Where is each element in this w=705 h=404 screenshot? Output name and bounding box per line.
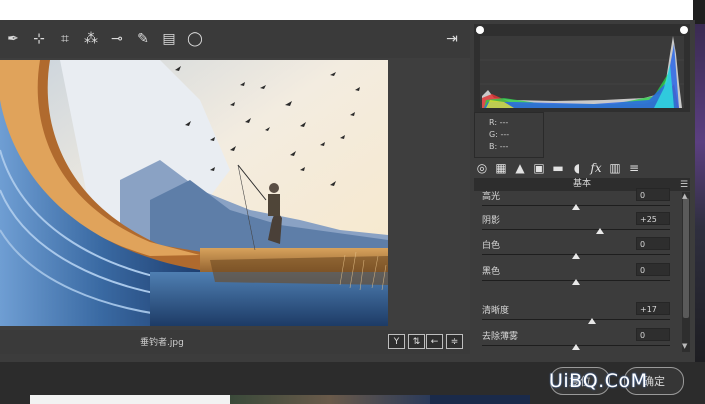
tool-bar: ✒ ⊹ ⌗ ⁂ ⊸ ✎ ▤ ◯ (0, 20, 470, 58)
slider-value-field[interactable]: +25 (636, 212, 670, 225)
radial-filter-icon[interactable]: ◯ (182, 26, 208, 52)
slider-value-field[interactable]: 0 (636, 237, 670, 250)
panel-tabs: ◎ ▦ ▲ ▣ ▬ ◖ fx ▥ ≡ (474, 158, 690, 178)
swap-button[interactable]: ⇅ (408, 334, 425, 349)
watermark-text: UiBQ.CoM (549, 370, 648, 392)
top-strip (0, 0, 705, 20)
slider-thumb[interactable] (572, 253, 580, 259)
crop-icon[interactable]: ⌗ (52, 26, 78, 52)
tab-presets-icon[interactable]: ≡ (626, 161, 642, 175)
tab-basic-icon[interactable]: ◎ (474, 161, 490, 175)
color-sampler-icon[interactable]: ⊹ (26, 26, 52, 52)
tab-detail-icon[interactable]: ▲ (512, 161, 528, 175)
r-label: R: (489, 118, 498, 127)
slider-label: 阴影 (482, 216, 501, 226)
desktop-strip (30, 395, 230, 404)
slider-value-field[interactable]: 0 (636, 328, 670, 341)
g-value: --- (500, 130, 510, 139)
desktop-strip-2 (230, 395, 430, 404)
fisherman-photo (0, 60, 388, 326)
copy-settings-button[interactable]: ← (426, 334, 443, 349)
tab-tone-curve-icon[interactable]: ▦ (493, 161, 509, 175)
red-eye-icon[interactable]: ⊸ (104, 26, 130, 52)
panel-menu-icon[interactable]: ☰ (680, 180, 688, 190)
slider-thumb[interactable] (572, 279, 580, 285)
g-label: G: (489, 130, 498, 139)
slider-track[interactable] (482, 319, 670, 320)
tab-hsl-icon[interactable]: ▣ (531, 161, 547, 175)
tab-split-toning-icon[interactable]: ▬ (550, 161, 566, 175)
brush-icon[interactable]: ✎ (130, 26, 156, 52)
slider-thumb[interactable] (595, 228, 604, 234)
graduated-filter-icon[interactable]: ▤ (156, 26, 182, 52)
slider-label: 白色 (482, 241, 501, 251)
rgb-readout: R: --- G: --- B: --- (474, 112, 544, 158)
slider-thumb[interactable] (572, 204, 580, 210)
background-desktop-edge (695, 24, 705, 362)
preview-image[interactable] (0, 60, 388, 326)
panel-scroll-thumb[interactable] (683, 198, 689, 318)
eyedropper-icon[interactable]: ✒ (0, 26, 26, 52)
slider-thumb[interactable] (572, 344, 580, 350)
slider-track[interactable] (482, 229, 670, 230)
r-value: --- (499, 118, 509, 127)
slider-thumb[interactable] (587, 318, 596, 324)
slider-value-field[interactable]: 0 (636, 263, 670, 276)
scroll-up-icon[interactable]: ▲ (682, 192, 687, 200)
export-icon[interactable]: ⇥ (442, 29, 462, 49)
scroll-down-icon[interactable]: ▼ (682, 342, 687, 350)
tab-effects-icon[interactable]: fx (588, 161, 604, 175)
desktop-strip-3 (430, 395, 530, 404)
slider-label: 黑色 (482, 267, 501, 277)
y-compare-button[interactable]: Y (388, 334, 405, 349)
slider-value-field[interactable]: +17 (636, 302, 670, 315)
tab-calibration-icon[interactable]: ▥ (607, 161, 623, 175)
histogram (474, 24, 690, 112)
slider-label: 高光 (482, 192, 501, 202)
spot-removal-icon[interactable]: ⁂ (78, 26, 104, 52)
preview-settings-button[interactable]: ≑ (446, 334, 463, 349)
b-label: B: (489, 142, 498, 151)
tab-lens-icon[interactable]: ◖ (569, 161, 585, 175)
slider-label: 清晰度 (482, 306, 510, 316)
slider-label: 去除薄雾 (482, 332, 519, 342)
slider-value-field[interactable]: 0 (636, 188, 670, 201)
b-value: --- (499, 142, 509, 151)
filename-label: 垂钓者.jpg (140, 338, 184, 348)
histogram-graph (476, 26, 688, 108)
